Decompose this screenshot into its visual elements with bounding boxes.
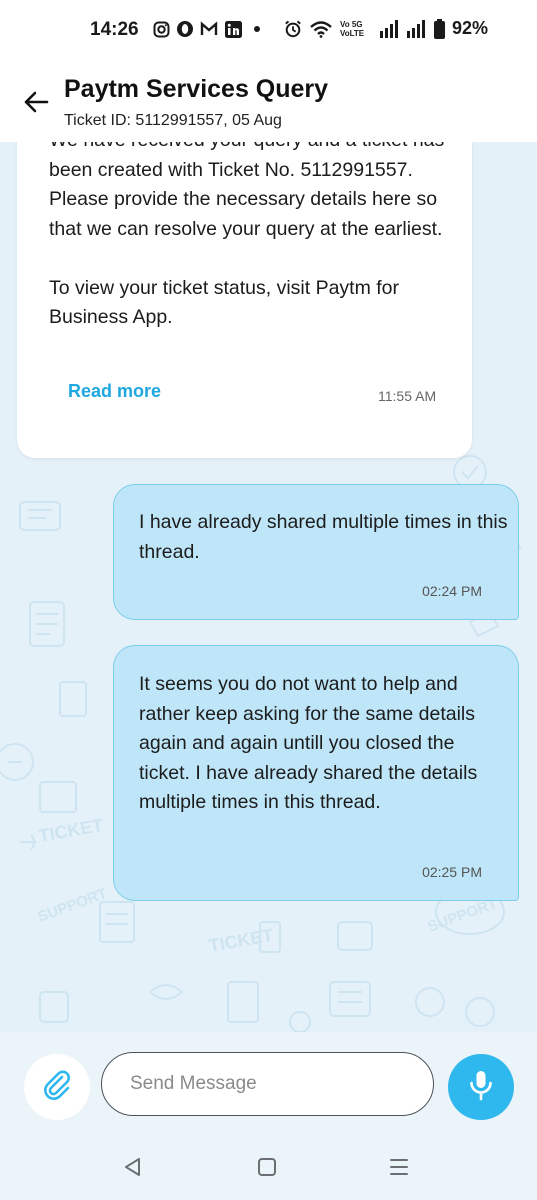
support-message: We have received your query and a ticket… (17, 142, 472, 458)
recents-menu-icon[interactable] (388, 1156, 410, 1178)
user-message: I have already shared multiple times in … (113, 484, 519, 620)
battery-icon (433, 18, 445, 39)
system-icons: Vo 5G VoLTE 92% (284, 18, 488, 39)
home-square-icon[interactable] (256, 1156, 278, 1178)
signal-icon-sim1 (379, 19, 399, 38)
microphone-icon (468, 1069, 494, 1106)
svg-text:SUPPORT: SUPPORT (36, 885, 110, 926)
mic-button[interactable] (448, 1054, 514, 1120)
user-message-text: I have already shared multiple times in … (139, 511, 508, 563)
chat-header: Paytm Services Query Ticket ID: 51129915… (0, 62, 537, 142)
chat-area[interactable]: TICKET TICKET SUPPORT SUPPORT We have re… (0, 142, 537, 1032)
signal-icon-sim2 (406, 19, 426, 38)
gmail-icon (200, 20, 218, 38)
back-arrow-icon[interactable] (22, 88, 50, 116)
user-message: It seems you do not want to help and rat… (113, 645, 519, 901)
opera-icon (176, 20, 194, 38)
svg-text:TICKET: TICKET (37, 815, 104, 846)
more-notifications-dot-icon (248, 20, 266, 38)
user-message-text: It seems you do not want to help and rat… (139, 673, 478, 813)
wifi-icon (309, 20, 333, 38)
system-navigation-bar (0, 1132, 537, 1200)
attach-button[interactable] (24, 1054, 90, 1120)
status-bar: 14:26 Vo 5G VoLTE 92% (0, 0, 537, 62)
message-timestamp: 02:24 PM (422, 583, 482, 599)
back-triangle-icon[interactable] (122, 1156, 144, 1178)
support-message-text: We have received your query and a ticket… (49, 142, 444, 328)
instagram-icon (152, 20, 170, 38)
ticket-subtitle: Ticket ID: 5112991557, 05 Aug (64, 112, 282, 129)
message-timestamp: 02:25 PM (422, 864, 482, 880)
message-input[interactable] (101, 1052, 434, 1116)
message-composer (0, 1032, 537, 1132)
status-time: 14:26 (90, 19, 139, 40)
notification-icons (152, 20, 266, 38)
alarm-icon (284, 20, 302, 38)
paperclip-icon (40, 1068, 74, 1107)
page-title: Paytm Services Query (64, 75, 329, 103)
battery-percentage: 92% (452, 18, 489, 38)
network-type-label: Vo 5G VoLTE (340, 19, 365, 38)
linkedin-icon (224, 20, 242, 38)
message-timestamp: 11:55 AM (378, 388, 437, 404)
read-more-link[interactable]: Read more (68, 381, 161, 402)
